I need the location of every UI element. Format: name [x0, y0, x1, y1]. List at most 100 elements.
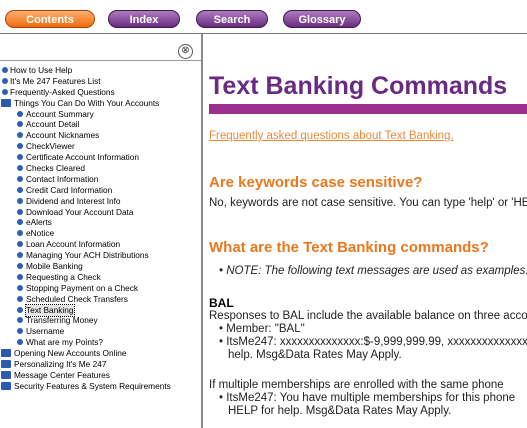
bal-bullet-response-cont: help. Msg&Data Rates May Apply.: [228, 349, 402, 361]
toc-item-label: What are my Points?: [26, 337, 104, 348]
bullet-icon: [17, 121, 23, 128]
tab-search[interactable]: Search: [196, 10, 268, 28]
toc-item[interactable]: Contact Information: [0, 174, 201, 185]
toc-item-label: Personalizing It's Me 247: [14, 359, 107, 370]
toc-item[interactable]: Things You Can Do With Your Accounts: [0, 98, 201, 109]
faq-link[interactable]: Frequently asked questions about Text Ba…: [209, 130, 454, 142]
toc-item[interactable]: eNotice: [0, 228, 201, 239]
toc-item-label: eAlerts: [26, 217, 52, 228]
bullet-icon: [17, 208, 23, 215]
bal-bullet-member: • Member: "BAL": [219, 323, 305, 335]
multi-text: If multiple memberships are enrolled wit…: [209, 379, 504, 391]
bullet-icon: [17, 263, 23, 270]
toc-item-label: Transferring Money: [26, 315, 98, 326]
toc-item-label: Message Center Features: [14, 369, 110, 380]
multi-bullet-cont: HELP for help. Msg&Data Rates May Apply.: [228, 405, 452, 417]
toc-item-label: Download Your Account Data: [26, 206, 134, 217]
tab-index[interactable]: Index: [108, 10, 180, 28]
page-title: Text Banking Commands: [209, 72, 508, 100]
bal-bullet-response: • ItsMe247: xxxxxxxxxxxxxx:$-9,999,999.9…: [219, 336, 527, 348]
bullet-icon: [17, 175, 23, 182]
toc-item[interactable]: Account Nicknames: [0, 130, 201, 141]
bullet-icon: [17, 132, 23, 139]
bullet-icon: [17, 143, 23, 150]
toc-item[interactable]: Opening New Accounts Online: [0, 348, 201, 359]
sidebar-divider: [0, 60, 201, 61]
bullet-icon: [17, 165, 23, 172]
title-rule: [209, 104, 527, 114]
q1-heading: Are keywords case sensitive?: [209, 174, 423, 191]
toc-item[interactable]: Dividend and Interest Info: [0, 195, 201, 207]
open-book-icon: [1, 98, 11, 107]
toc-item[interactable]: Checks Cleared: [0, 163, 201, 174]
bullet-icon: [17, 295, 23, 302]
toc-item[interactable]: Requesting a Check: [0, 272, 201, 283]
toc-item[interactable]: What are my Points?: [0, 337, 201, 348]
toc-item[interactable]: Username: [0, 326, 201, 337]
toc-item[interactable]: It's Me 247 Features List: [0, 75, 201, 87]
bullet-icon: [17, 339, 23, 346]
toc-item[interactable]: Security Features & System Requirements: [0, 380, 201, 392]
toc-item[interactable]: eAlerts: [0, 217, 201, 228]
toc-item[interactable]: Stopping Payment on a Check: [0, 282, 201, 294]
bullet-icon: [17, 197, 23, 204]
toc-item-label: eNotice: [26, 228, 55, 239]
toc-item[interactable]: Transferring Money: [0, 315, 201, 326]
toc-item[interactable]: Loan Account Information: [0, 239, 201, 250]
toc-item[interactable]: Frequently-Asked Questions: [0, 87, 201, 98]
bullet-icon: [17, 219, 23, 226]
toc-item[interactable]: Account Summary: [0, 108, 201, 120]
toc-item-label: Stopping Payment on a Check: [26, 282, 139, 293]
topic-content: Text Banking Commands Frequently asked q…: [203, 34, 527, 428]
toc-item[interactable]: Mobile Banking: [0, 261, 201, 272]
toc-item[interactable]: Credit Card Information: [0, 184, 201, 196]
toc-item-label: How to Use Help: [10, 65, 73, 75]
bullet-icon: [2, 77, 8, 84]
contents-sidebar: ⊗ How to Use Help It's Me 247 Features Li…: [0, 34, 203, 428]
bal-heading: BAL: [209, 296, 234, 310]
toc-item-label: Account Detail: [26, 119, 80, 130]
toc-item[interactable]: Account Detail: [0, 119, 201, 130]
toc-item-label: Credit Card Information: [26, 184, 113, 195]
toc-item-label: Scheduled Check Transfers: [26, 293, 128, 304]
note-text: • NOTE: The following text messages are …: [219, 265, 527, 277]
book-icon: [1, 360, 11, 369]
bal-text: Responses to BAL include the available b…: [209, 310, 527, 322]
q2-heading: What are the Text Banking commands?: [209, 239, 489, 256]
toc-item-label: Dividend and Interest Info: [26, 195, 121, 206]
toc-item-label: Mobile Banking: [26, 261, 83, 272]
toc-item-label: Username: [26, 326, 65, 337]
toc-item[interactable]: CheckViewer: [0, 141, 201, 152]
bullet-icon: [17, 284, 23, 291]
toc-item[interactable]: Certificate Account Information: [0, 152, 201, 163]
book-icon: [1, 349, 11, 358]
bullet-icon: [17, 110, 23, 117]
toc-item[interactable]: How to Use Help: [0, 65, 201, 76]
toc-item-label: Managing Your ACH Distributions: [26, 250, 149, 261]
tab-contents[interactable]: Contents: [5, 10, 95, 28]
bullet-icon: [17, 154, 23, 161]
bullet-icon: [17, 306, 23, 313]
toc-item-label: Text Banking: [25, 303, 75, 317]
bullet-icon: [2, 67, 8, 73]
toc-item[interactable]: Text Banking: [0, 303, 201, 317]
toc-item[interactable]: Message Center Features: [0, 369, 201, 381]
close-icon[interactable]: ⊗: [178, 44, 193, 59]
toc-item-label: Opening New Accounts Online: [14, 348, 127, 359]
toc-item[interactable]: Download Your Account Data: [0, 206, 201, 218]
bullet-icon: [17, 328, 23, 335]
toc-tree: How to Use Help It's Me 247 Features List…: [0, 65, 201, 392]
toc-item-label: Security Features & System Requirements: [14, 380, 171, 391]
bullet-icon: [17, 186, 23, 193]
toc-item-label: Account Summary: [26, 108, 94, 119]
bullet-icon: [17, 230, 23, 237]
book-icon: [1, 381, 11, 390]
toc-item-label: Loan Account Information: [26, 239, 121, 250]
toc-item-label: It's Me 247 Features List: [10, 75, 101, 86]
toc-item[interactable]: Scheduled Check Transfers: [0, 293, 201, 305]
toc-item[interactable]: Personalizing It's Me 247: [0, 359, 201, 370]
toc-item[interactable]: Managing Your ACH Distributions: [0, 250, 201, 261]
tab-glossary[interactable]: Glossary: [283, 10, 361, 28]
book-icon: [1, 370, 11, 379]
bullet-icon: [17, 317, 23, 324]
